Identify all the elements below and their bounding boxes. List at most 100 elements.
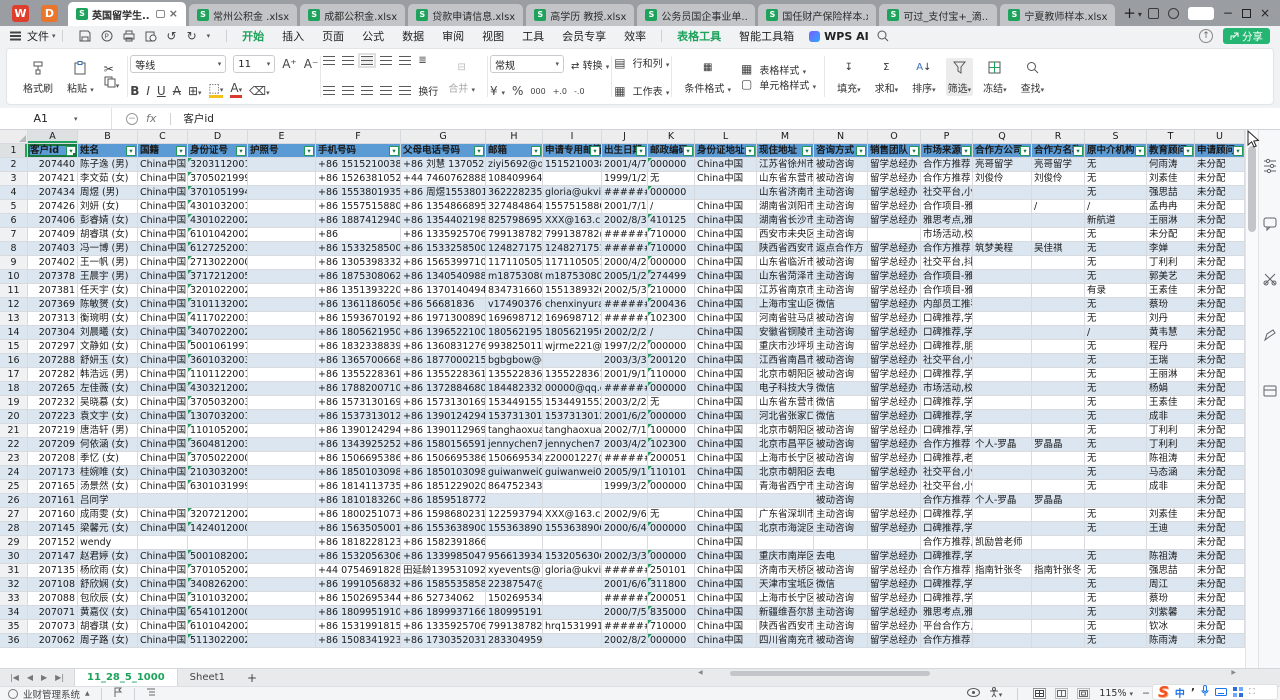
cell[interactable]: 微信	[814, 578, 868, 592]
cell[interactable]: 2001/9/18	[602, 368, 648, 382]
first-sheet-icon[interactable]: |◀	[10, 673, 19, 682]
cell[interactable]: +86 13359257061	[401, 228, 486, 242]
cell[interactable]: 799138782@qq.com	[486, 228, 543, 242]
cell[interactable]: 未分配	[1195, 606, 1245, 620]
cell[interactable]: 1997/2/21	[602, 340, 648, 354]
cell[interactable]: +86 18182281235	[316, 536, 401, 550]
cell[interactable]	[973, 410, 1032, 424]
cell[interactable]	[973, 606, 1032, 620]
cell[interactable]: +86 17303520312	[401, 634, 486, 648]
column-header-H[interactable]: H	[486, 130, 543, 144]
cell[interactable]: 口碑推荐,老学员	[921, 452, 973, 466]
cell[interactable]: ########	[602, 242, 648, 256]
cell[interactable]: 重庆市南岸区	[757, 550, 814, 564]
cell[interactable]: 207369	[28, 298, 78, 312]
cell[interactable]: 未分配	[1195, 228, 1245, 242]
cell[interactable]: 8647523430@qq.com	[486, 480, 543, 494]
cell[interactable]: 无	[1085, 424, 1147, 438]
bold-button[interactable]: B	[130, 84, 139, 98]
cell[interactable]: XXX@163.com	[543, 214, 602, 228]
cell[interactable]: 370502200012272047	[188, 452, 248, 466]
cell[interactable]: 王素佳	[1147, 396, 1195, 410]
cell[interactable]: 无	[1085, 382, 1147, 396]
row-header[interactable]: 6	[0, 214, 28, 228]
cell[interactable]: 无	[1085, 158, 1147, 172]
keyboard-icon[interactable]	[1215, 686, 1227, 699]
merge-cells-button[interactable]: ⊟ 合并 ▾	[444, 59, 479, 95]
cell[interactable]	[1032, 368, 1085, 382]
cell[interactable]: 被动咨询	[814, 452, 868, 466]
cell[interactable]: China中国	[138, 452, 188, 466]
cell[interactable]: m18753080@163.com	[486, 270, 543, 284]
cell[interactable]: 留学总经办	[868, 382, 921, 396]
cell[interactable]: 黄嘉仪 (女)	[78, 606, 138, 620]
cell[interactable]: 2001/4/7	[602, 158, 648, 172]
cell[interactable]: 主动咨询	[814, 522, 868, 536]
cell[interactable]: 2005/9/16	[602, 466, 648, 480]
cell[interactable]	[1032, 256, 1085, 270]
normal-view-button[interactable]	[1033, 688, 1046, 699]
filter-dropdown-icon[interactable]: ▾	[909, 146, 919, 156]
vertical-scrollbar[interactable]: ▲	[1245, 130, 1258, 668]
cell[interactable]: 2000/7/5	[602, 606, 648, 620]
row-header[interactable]: 7	[0, 228, 28, 242]
cell[interactable]: China中国	[695, 270, 757, 284]
cell[interactable]: China中国	[138, 466, 188, 480]
cell[interactable]: 任天宇 (女)	[78, 284, 138, 298]
cell[interactable]: 强思喆	[1147, 186, 1195, 200]
cell[interactable]: China中国	[138, 270, 188, 284]
cell[interactable]: 李文茹 (女)	[78, 172, 138, 186]
cell[interactable]: 父母电话号码▾	[401, 144, 486, 158]
cell[interactable]	[1032, 550, 1085, 564]
cell[interactable]: 15513893208@163.com	[543, 284, 602, 298]
toolbox-grid-icon[interactable]	[1233, 687, 1243, 697]
cell[interactable]: +86	[316, 228, 401, 242]
column-header-P[interactable]: P	[921, 130, 973, 144]
cell[interactable]: 207062	[28, 634, 78, 648]
cell[interactable]	[138, 494, 188, 508]
cell[interactable]: +86 15575158809	[316, 200, 401, 214]
worksheet-button[interactable]: 工作表 ▾	[633, 83, 670, 98]
cell[interactable]: 430321200211140121	[188, 382, 248, 396]
cell[interactable]	[973, 312, 1032, 326]
cell[interactable]: 未分配	[1195, 438, 1245, 452]
cell[interactable]	[973, 270, 1032, 284]
cell[interactable]: +86 15026953445	[316, 592, 401, 606]
cell[interactable]: 北京市朝阳区	[757, 424, 814, 438]
cell[interactable]: 2002/8/31	[602, 214, 648, 228]
fill-color-button[interactable]: ⬚▾	[209, 83, 224, 98]
filter-dropdown-icon[interactable]: ▾	[304, 146, 314, 156]
filter-dropdown-icon[interactable]: ▾	[745, 146, 755, 156]
remove-decimal-button[interactable]: -.0	[574, 87, 585, 96]
cell[interactable]: 100000	[648, 424, 695, 438]
cell[interactable]: +86 15263810520	[316, 172, 401, 186]
cell[interactable]: +86 13544021980	[401, 214, 486, 228]
cell[interactable]: ########	[602, 620, 648, 634]
cell[interactable]	[543, 480, 602, 494]
cell[interactable]: 无	[1085, 564, 1147, 578]
cell[interactable]: 邮箱▾	[486, 144, 543, 158]
cell[interactable]: 返点合作方	[814, 242, 868, 256]
cell[interactable]: +86 13657006683	[316, 354, 401, 368]
cell[interactable]: 留学总经办	[868, 564, 921, 578]
cell[interactable]: China中国	[138, 354, 188, 368]
file-menu[interactable]: 文件▾	[10, 28, 56, 44]
cell[interactable]: 留学总经办	[868, 284, 921, 298]
cell[interactable]: 口碑推荐,学生推荐	[921, 396, 973, 410]
cell[interactable]: 微信	[814, 382, 868, 396]
cell[interactable]: 2002/3/3	[602, 550, 648, 564]
cell[interactable]	[248, 298, 316, 312]
cell[interactable]: 江苏省徐州市	[757, 158, 814, 172]
cell[interactable]	[248, 494, 316, 508]
cell[interactable]: +86 13405409881	[401, 270, 486, 284]
cell[interactable]: 周江	[1147, 578, 1195, 592]
cell[interactable]: tanghaoxuan@163.com	[543, 424, 602, 438]
cell[interactable]: 9938250114@qq.com	[486, 340, 543, 354]
cell[interactable]	[973, 214, 1032, 228]
filter-dropdown-icon[interactable]: ▾	[802, 146, 812, 156]
distribute-icon[interactable]	[399, 86, 411, 95]
cell[interactable]: 杨娟	[1147, 382, 1195, 396]
cell[interactable]: +86 13439252520	[316, 438, 401, 452]
cell[interactable]: 610104200212213421	[188, 620, 248, 634]
cell[interactable]: 合作方推荐	[921, 634, 973, 648]
